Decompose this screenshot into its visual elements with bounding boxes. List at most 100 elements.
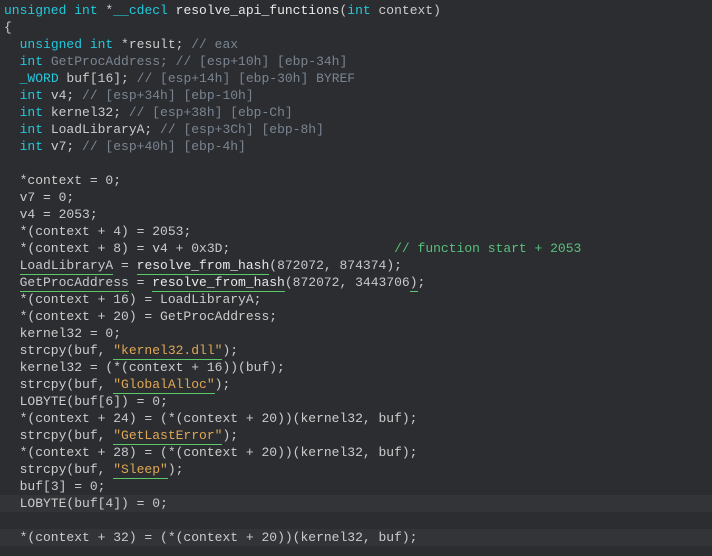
code-token[interactable]: v7;	[43, 139, 82, 154]
code-token[interactable]: ) =	[121, 224, 152, 239]
code-token[interactable]: 16	[113, 292, 129, 307]
code-token[interactable]: 16	[207, 360, 223, 375]
code-token[interactable]: kernel32 = (*(context +	[4, 360, 207, 375]
code-token[interactable]: 2053	[59, 207, 90, 222]
code-token[interactable]: int	[20, 54, 43, 69]
code-line[interactable]: int LoadLibraryA; // [esp+3Ch] [ebp-8h]	[4, 122, 324, 137]
code-token[interactable]: ,	[324, 258, 340, 273]
code-token[interactable]: // [esp+40h] [ebp-4h]	[82, 139, 246, 154]
code-token[interactable]: LoadLibraryA;	[43, 122, 160, 137]
code-token[interactable]: strcpy(buf,	[4, 462, 113, 477]
code-token[interactable]: (	[269, 258, 277, 273]
code-token[interactable]: kernel32;	[43, 105, 129, 120]
code-token[interactable]	[4, 88, 20, 103]
code-token[interactable]: 874374	[340, 258, 387, 273]
code-line[interactable]: kernel32 = 0;	[4, 326, 121, 341]
code-line[interactable]: *(context + 20) = GetProcAddress;	[4, 309, 277, 324]
code-token[interactable]: // [esp+38h] [ebp-Ch]	[129, 105, 293, 120]
code-token[interactable]: ,	[339, 275, 355, 290]
code-token[interactable]: ]) =	[113, 394, 152, 409]
code-token[interactable]: );	[215, 377, 231, 392]
code-token[interactable]: ;	[113, 326, 121, 341]
code-token[interactable]: 8	[113, 241, 121, 256]
code-line[interactable]: _WORD buf[16]; // [esp+14h] [ebp-30h] BY…	[4, 71, 355, 86]
code-line[interactable]: *(context + 8) = v4 + 0x3D; // function …	[4, 241, 581, 256]
code-token[interactable]: LoadLibraryA	[20, 258, 114, 275]
code-line[interactable]: {	[4, 20, 12, 35]
code-token[interactable]: 872072	[277, 258, 324, 273]
code-token[interactable]: ) = LoadLibraryA;	[129, 292, 262, 307]
code-token[interactable]	[4, 139, 20, 154]
code-token[interactable]: int	[20, 139, 43, 154]
code-line[interactable]: GetProcAddress = resolve_from_hash(87207…	[4, 275, 425, 292]
code-line[interactable]: strcpy(buf, "kernel32.dll");	[4, 343, 238, 360]
code-token[interactable]: ]) =	[113, 496, 152, 511]
code-token[interactable]	[4, 71, 20, 86]
code-token[interactable]: ) = GetProcAddress;	[129, 309, 277, 324]
code-token[interactable]: =	[129, 275, 152, 290]
code-line[interactable]: unsigned int *__cdecl resolve_api_functi…	[4, 3, 441, 18]
code-line[interactable]: strcpy(buf, "GetLastError");	[4, 428, 238, 445]
code-token[interactable]: *(context +	[4, 445, 113, 460]
code-token[interactable]: GetProcAddress;	[43, 54, 176, 69]
code-line[interactable]	[4, 156, 12, 171]
code-token[interactable]: context)	[371, 3, 441, 18]
code-token[interactable]: strcpy(buf,	[4, 343, 113, 358]
code-token[interactable]: ) = (*(context +	[129, 445, 262, 460]
code-token[interactable]: ) = (*(context +	[129, 411, 262, 426]
code-token[interactable]: 872072	[293, 275, 340, 290]
code-token[interactable]: LOBYTE(buf[	[4, 394, 105, 409]
code-token[interactable]: 4	[113, 224, 121, 239]
code-token[interactable]: ;	[183, 224, 191, 239]
code-line[interactable]: LOBYTE(buf[4]) = 0;	[0, 495, 712, 512]
code-line[interactable]: *(context + 24) = (*(context + 20))(kern…	[4, 411, 418, 426]
code-token[interactable]: *(context +	[4, 411, 113, 426]
code-token[interactable]: // eax	[191, 37, 238, 52]
code-token[interactable]: resolve_from_hash	[137, 258, 270, 275]
code-token[interactable]: resolve_from_hash	[152, 275, 285, 292]
code-line[interactable]: *(context + 32) = (*(context + 20))(kern…	[0, 529, 712, 546]
code-line[interactable]: v4 = 2053;	[4, 207, 98, 222]
code-token[interactable]: 20	[261, 445, 277, 460]
code-token[interactable]	[230, 241, 394, 256]
code-token[interactable]: v7 =	[4, 190, 59, 205]
code-token[interactable]: 0	[152, 394, 160, 409]
code-token[interactable]: __cdecl	[113, 3, 168, 18]
code-token[interactable]: ;	[98, 479, 106, 494]
code-token[interactable]	[4, 37, 20, 52]
code-token[interactable]: 20	[261, 411, 277, 426]
code-token[interactable]: );	[222, 428, 238, 443]
code-token[interactable]: *context =	[4, 173, 105, 188]
code-token[interactable]: );	[222, 343, 238, 358]
code-token[interactable]: LOBYTE(buf[	[4, 496, 105, 511]
code-token[interactable]: =	[113, 258, 136, 273]
code-token[interactable]: "GetLastError"	[113, 428, 222, 445]
code-line[interactable]: v7 = 0;	[4, 190, 74, 205]
code-token[interactable]: // [esp+34h] [ebp-10h]	[82, 88, 254, 103]
code-token[interactable]: ))(buf);	[222, 360, 284, 375]
code-token[interactable]: *	[98, 3, 114, 18]
code-token[interactable]: "GlobalAlloc"	[113, 377, 214, 394]
decompiler-code-view[interactable]: unsigned int *__cdecl resolve_api_functi…	[0, 0, 712, 556]
code-token[interactable]: ;	[90, 207, 98, 222]
code-token[interactable]: *(context +	[4, 530, 113, 545]
code-token[interactable]: 0	[90, 479, 98, 494]
code-token[interactable]: unsigned int	[20, 37, 114, 52]
code-line[interactable]: int GetProcAddress; // [esp+10h] [ebp-34…	[4, 54, 347, 69]
code-token[interactable]: int	[20, 122, 43, 137]
code-token[interactable]: 28	[113, 445, 129, 460]
code-token[interactable]: 32	[113, 530, 129, 545]
code-token[interactable]: ;	[418, 275, 426, 290]
code-line[interactable]: *context = 0;	[4, 173, 121, 188]
code-line[interactable]: strcpy(buf, "Sleep");	[4, 462, 183, 479]
code-line[interactable]: LOBYTE(buf[6]) = 0;	[4, 394, 168, 409]
code-line[interactable]: unsigned int *result; // eax	[4, 37, 238, 52]
code-token[interactable]: int	[20, 88, 43, 103]
code-line[interactable]: int v7; // [esp+40h] [ebp-4h]	[4, 139, 246, 154]
code-token[interactable]: 3	[51, 479, 59, 494]
code-token[interactable]: *(context +	[4, 224, 113, 239]
code-line[interactable]: int kernel32; // [esp+38h] [ebp-Ch]	[4, 105, 293, 120]
code-token[interactable]: // function start + 2053	[394, 241, 581, 256]
code-token[interactable]: int	[347, 3, 370, 18]
code-token[interactable]: (	[285, 275, 293, 290]
